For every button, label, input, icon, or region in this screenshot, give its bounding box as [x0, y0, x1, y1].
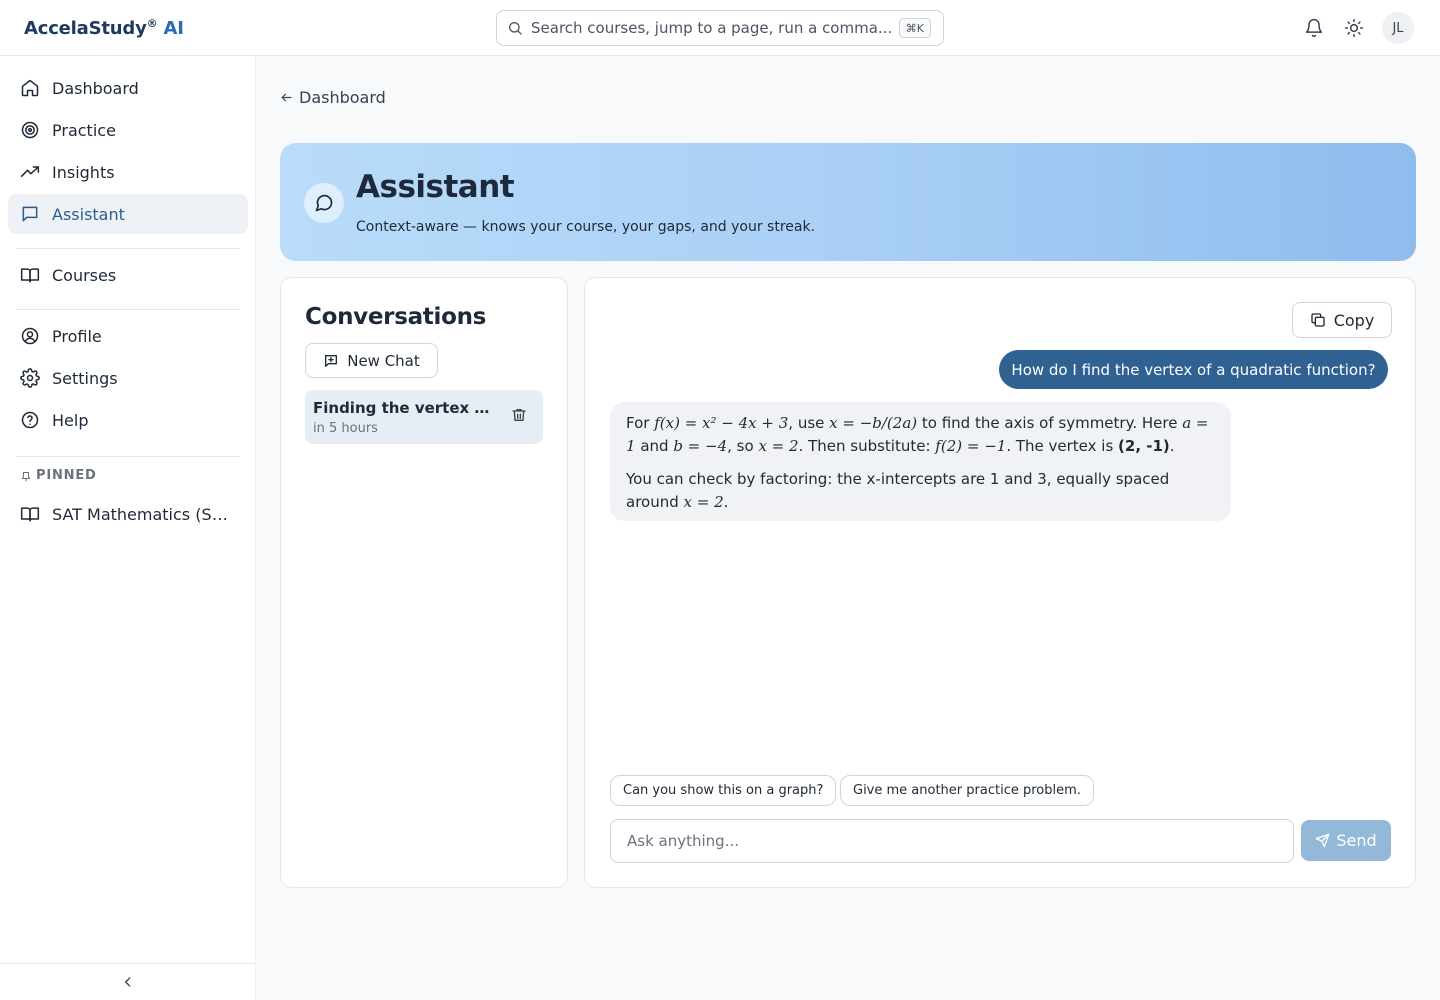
- math-expression: f(x) = x² − 4x + 3: [654, 414, 789, 432]
- chat-input[interactable]: [610, 819, 1294, 863]
- home-icon: [21, 79, 39, 97]
- search-box[interactable]: ⌘K: [496, 10, 944, 46]
- vertex-answer: (2, -1): [1118, 437, 1170, 455]
- sun-icon: [1344, 18, 1364, 38]
- assistant-hero-banner: Assistant Context-aware — knows your cou…: [280, 143, 1416, 261]
- message-circle-icon: [315, 194, 333, 212]
- assistant-message-bubble: For f(x) = x² − 4x + 3, use x = −b/(2a) …: [610, 402, 1231, 521]
- user-message-bubble: How do I find the vertex of a quadratic …: [999, 350, 1388, 389]
- delete-conversation-button[interactable]: [511, 407, 527, 427]
- conversations-title: Conversations: [305, 304, 487, 330]
- page-title: Assistant: [356, 169, 515, 205]
- math-expression: f(2) = −1: [935, 437, 1007, 455]
- chat-panel: Copy How do I find the vertex of a quadr…: [584, 277, 1416, 888]
- sidebar-item-help[interactable]: Help: [8, 400, 248, 440]
- message-plus-icon: [325, 354, 338, 367]
- math-expression: x = 2: [683, 493, 724, 511]
- copy-icon: [1311, 313, 1325, 327]
- notifications-button[interactable]: [1302, 16, 1326, 40]
- assistant-paragraph: You can check by factoring: the x-interc…: [626, 470, 1170, 511]
- sidebar-divider: [16, 309, 240, 310]
- sidebar-item-dashboard[interactable]: Dashboard: [8, 68, 248, 108]
- chevron-left-icon: [125, 977, 131, 987]
- copy-button[interactable]: Copy: [1292, 302, 1392, 338]
- math-expression: x = 2: [758, 437, 799, 455]
- suggestion-chip[interactable]: Can you show this on a graph?: [610, 775, 837, 806]
- target-icon: [21, 121, 39, 139]
- sidebar-collapse-button[interactable]: [0, 963, 256, 1000]
- brand-logo[interactable]: AccelaStudy® AI: [24, 17, 184, 39]
- avatar[interactable]: JL: [1382, 12, 1414, 44]
- suggestion-chip[interactable]: Give me another practice problem.: [840, 775, 1094, 806]
- assistant-paragraph: For f(x) = x² − 4x + 3, use x = −b/(2a) …: [626, 414, 1209, 455]
- book-icon: [20, 507, 40, 522]
- sidebar-item-practice[interactable]: Practice: [8, 110, 248, 150]
- top-bar: AccelaStudy® AI ⌘K JL: [0, 0, 1440, 56]
- search-input[interactable]: [531, 19, 891, 37]
- sidebar-divider: [16, 456, 240, 457]
- sidebar-item-insights[interactable]: Insights: [8, 152, 248, 192]
- bell-icon: [1305, 18, 1323, 38]
- conversation-time: in 5 hours: [313, 421, 378, 436]
- hero-chat-icon-badge: [304, 183, 344, 223]
- arrow-left-icon: [281, 93, 292, 102]
- pin-icon: [21, 471, 31, 481]
- sidebar-item-assistant[interactable]: Assistant: [8, 194, 248, 234]
- gear-icon: [20, 368, 40, 388]
- math-expression: x = −b/(2a): [829, 414, 918, 432]
- new-chat-button[interactable]: New Chat: [305, 343, 438, 378]
- conversation-list-item[interactable]: Finding the vertex of a... in 5 hours: [305, 390, 543, 444]
- chat-icon: [22, 206, 38, 222]
- sidebar-divider: [16, 248, 240, 249]
- pinned-section-label: PINNED: [20, 468, 97, 483]
- send-icon: [1315, 833, 1330, 848]
- theme-toggle-button[interactable]: [1342, 16, 1366, 40]
- sidebar: Dashboard Practice Insights Assistant Co…: [0, 56, 256, 1000]
- book-icon: [20, 268, 40, 283]
- trash-icon: [512, 409, 526, 421]
- page-subtitle: Context-aware — knows your course, your …: [356, 219, 816, 235]
- sidebar-item-settings[interactable]: Settings: [8, 358, 248, 398]
- help-icon: [21, 411, 39, 429]
- trending-up-icon: [20, 166, 40, 177]
- math-expression: b = −4: [673, 437, 728, 455]
- conversations-panel: Conversations New Chat Finding the verte…: [280, 277, 568, 888]
- back-to-dashboard-link[interactable]: Dashboard: [280, 88, 386, 107]
- conversation-title: Finding the vertex of a...: [313, 399, 495, 417]
- search-shortcut-badge: ⌘K: [898, 18, 931, 38]
- user-circle-icon: [21, 327, 39, 345]
- sidebar-item-profile[interactable]: Profile: [8, 316, 248, 356]
- sidebar-pinned-course[interactable]: SAT Mathematics (SAT...: [8, 494, 248, 534]
- search-icon: [509, 22, 522, 35]
- sidebar-item-courses[interactable]: Courses: [8, 255, 248, 295]
- send-button[interactable]: Send: [1301, 820, 1391, 861]
